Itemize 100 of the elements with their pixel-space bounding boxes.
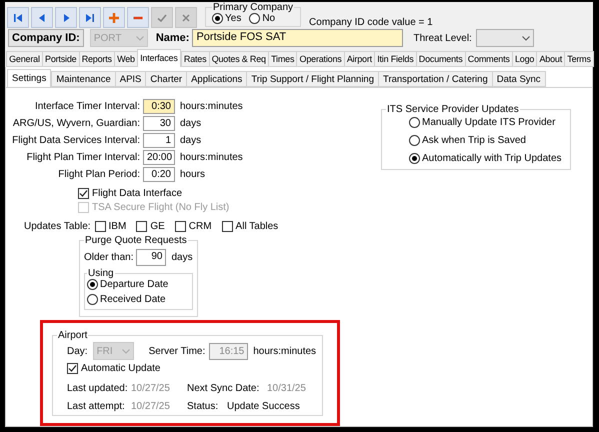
checkbox[interactable] bbox=[94, 221, 106, 232]
group-title: Primary Company bbox=[212, 2, 294, 13]
tab[interactable]: Comments bbox=[464, 51, 513, 67]
checkbox-label: CRM bbox=[188, 221, 212, 232]
tab[interactable]: Rates bbox=[180, 51, 210, 67]
checkbox[interactable] bbox=[222, 221, 233, 232]
checkbox[interactable] bbox=[78, 188, 89, 199]
last-updated-value: 10/27/25 bbox=[131, 382, 171, 394]
tab[interactable]: Reports bbox=[78, 51, 115, 67]
server-time-label: Server Time: bbox=[148, 346, 206, 356]
tab[interactable]: Airport bbox=[344, 51, 376, 67]
field-label: Flight Data Services Interval: bbox=[11, 134, 141, 146]
checkbox-label: All Tables bbox=[236, 221, 278, 232]
status-value: Update Success bbox=[227, 400, 300, 412]
radio-button[interactable] bbox=[87, 294, 98, 305]
number-field[interactable]: 20:00 bbox=[143, 150, 175, 164]
radio-option[interactable]: Yes bbox=[212, 13, 242, 24]
last-button[interactable] bbox=[79, 7, 101, 28]
radio-button[interactable] bbox=[87, 279, 98, 290]
checkbox[interactable] bbox=[67, 363, 78, 374]
radio-option[interactable]: No bbox=[249, 13, 276, 24]
tab[interactable]: Settings bbox=[7, 69, 52, 87]
option-label: Departure Date bbox=[100, 279, 168, 290]
status-label: Status: bbox=[187, 400, 220, 412]
tab[interactable]: About bbox=[536, 51, 566, 67]
previous-button[interactable] bbox=[31, 7, 53, 28]
group-title: Purge Quote Requests bbox=[84, 235, 188, 246]
field-label: Older than: bbox=[84, 252, 134, 262]
company-id-note: Company ID code value = 1 bbox=[309, 17, 433, 28]
day-label: Day: bbox=[67, 346, 88, 356]
checkbox[interactable] bbox=[136, 221, 148, 232]
option-label: Yes bbox=[225, 13, 242, 24]
group-title: Using bbox=[87, 268, 115, 279]
tab[interactable]: Data Sync bbox=[492, 71, 546, 87]
number-field[interactable]: 30 bbox=[143, 116, 175, 130]
checkbox-label: IBM bbox=[108, 221, 126, 232]
tab[interactable]: Documents bbox=[416, 51, 466, 67]
tab[interactable]: Applications bbox=[186, 71, 248, 87]
last-updated-label: Last updated: bbox=[67, 382, 129, 394]
caret-icon bbox=[136, 36, 144, 40]
tab[interactable]: Terms bbox=[564, 51, 594, 67]
radio-option[interactable]: Received Date bbox=[87, 294, 182, 305]
tab[interactable]: Charter bbox=[145, 71, 188, 87]
radio-button[interactable] bbox=[409, 117, 420, 128]
radio-option[interactable]: Ask when Trip is Saved bbox=[409, 135, 562, 146]
plus-icon bbox=[107, 10, 121, 24]
unit-label: hours:minutes bbox=[180, 100, 243, 112]
unit-label: days bbox=[180, 118, 202, 128]
checkmark-icon bbox=[68, 364, 77, 373]
field-label: Flight Plan Timer Interval: bbox=[26, 152, 141, 162]
updates-table-label: Updates Table: bbox=[24, 221, 91, 232]
next-button[interactable] bbox=[55, 7, 77, 28]
next-sync-value: 10/31/25 bbox=[267, 382, 306, 394]
radio-option[interactable]: Departure Date bbox=[87, 279, 182, 290]
radio-button[interactable] bbox=[249, 13, 260, 24]
name-field[interactable]: Portside FOS SAT bbox=[192, 29, 404, 47]
unit-label: days bbox=[171, 252, 193, 262]
next-sync-label: Next Sync Date: bbox=[187, 382, 260, 394]
radio-button[interactable] bbox=[409, 153, 420, 164]
checkbox-label: Automatic Update bbox=[81, 363, 160, 374]
caret-icon bbox=[522, 36, 530, 40]
first-button[interactable] bbox=[7, 7, 29, 28]
checkmark-icon bbox=[79, 189, 88, 198]
tab[interactable]: Times bbox=[268, 51, 298, 67]
unit-label: hours:minutes bbox=[180, 152, 243, 162]
field-label: Flight Plan Period: bbox=[57, 168, 141, 180]
radio-button[interactable] bbox=[409, 135, 420, 146]
add-button[interactable] bbox=[103, 7, 125, 28]
caret-icon bbox=[122, 348, 130, 354]
option-label: Ask when Trip is Saved bbox=[422, 135, 526, 146]
field-label: ARG/US, Wyvern, Guardian: bbox=[12, 118, 141, 128]
number-field[interactable]: 1 bbox=[143, 132, 175, 148]
tab[interactable]: Interfaces bbox=[136, 49, 181, 67]
tab[interactable]: APIS bbox=[114, 71, 146, 87]
unit-label: hours bbox=[180, 168, 206, 180]
unit-label: days bbox=[180, 134, 202, 146]
tab[interactable]: Operations bbox=[296, 51, 345, 67]
option-label: Received Date bbox=[100, 294, 166, 305]
checkbox[interactable] bbox=[174, 221, 186, 232]
number-field[interactable]: 90 bbox=[136, 248, 166, 266]
number-field[interactable]: 0:20 bbox=[143, 166, 175, 182]
tab[interactable]: Itin Fields bbox=[374, 51, 417, 67]
tab[interactable]: Portside bbox=[42, 51, 80, 67]
field-label: Interface Timer Interval: bbox=[34, 100, 141, 112]
tab[interactable]: Web bbox=[114, 51, 138, 67]
name-label: Name: bbox=[156, 32, 190, 44]
tab[interactable]: Logo bbox=[512, 51, 538, 67]
delete-button[interactable] bbox=[127, 7, 149, 28]
tab[interactable]: Maintenance bbox=[51, 71, 116, 87]
radio-button[interactable] bbox=[212, 13, 223, 24]
tab[interactable]: Quotes & Req bbox=[208, 51, 269, 67]
last-attempt-label: Last attempt: bbox=[67, 400, 126, 412]
tab[interactable]: Trip Support / Flight Planning bbox=[246, 71, 379, 87]
tab[interactable]: General bbox=[6, 51, 43, 67]
group-title: Airport bbox=[57, 330, 88, 341]
number-field[interactable]: 0:30 bbox=[143, 98, 175, 114]
last-attempt-value: 10/27/25 bbox=[131, 400, 171, 412]
tab[interactable]: Transportation / Catering bbox=[378, 71, 493, 87]
option-label: No bbox=[262, 13, 276, 24]
group-title: ITS Service Provider Updates bbox=[386, 104, 520, 115]
